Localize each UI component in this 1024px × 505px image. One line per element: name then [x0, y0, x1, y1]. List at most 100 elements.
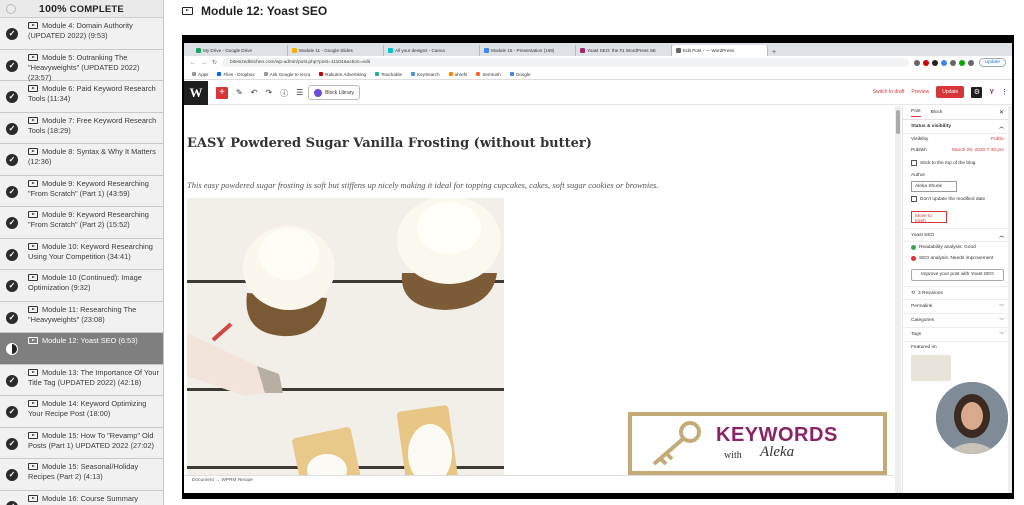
- course-progress: 100% COMPLETE: [0, 0, 163, 18]
- browser-tab[interactable]: All your designs - Canva: [384, 45, 480, 56]
- address-bar-row: ← → ↻ bitesizedkitchen.com/wp-admin/post…: [184, 56, 1012, 69]
- featured-photo[interactable]: [187, 198, 504, 484]
- bookmark[interactable]: Apps: [192, 72, 208, 77]
- lesson-item[interactable]: ✓ Module 7: Free Keyword Research Tools (…: [0, 113, 163, 144]
- move-to-trash-button[interactable]: Move to trash: [911, 211, 947, 224]
- checkmark-icon: ✓: [6, 248, 18, 261]
- post-excerpt[interactable]: This easy powdered sugar frosting is sof…: [187, 180, 658, 190]
- lesson-item[interactable]: ✓ Module 5: Outranking The "Heavyweights"…: [0, 50, 163, 82]
- browser-tab[interactable]: Yoast SEO: the #1 WordPress SE: [576, 45, 672, 56]
- editor-scrollbar[interactable]: [895, 106, 901, 493]
- bookmark[interactable]: Files - Dropbox: [217, 72, 255, 77]
- browser-tabs: My Drive - Google Drive Module 11 - Goog…: [184, 43, 1012, 56]
- bookmark[interactable]: Ask Google to recra: [263, 72, 310, 77]
- bookmark[interactable]: Google: [509, 72, 531, 77]
- bookmark[interactable]: Teachable: [375, 72, 402, 77]
- featured-image-thumb[interactable]: [911, 355, 951, 381]
- stick-to-top-checkbox[interactable]: Stick to the top of the blog: [903, 156, 1012, 170]
- bookmark[interactable]: KeySearch: [411, 72, 440, 77]
- lesson-item[interactable]: ✓ Module 9: Keyword Researching "From Scr…: [0, 207, 163, 239]
- visibility-label: Visibility: [911, 137, 929, 142]
- editor-canvas: EASY Powdered Sugar Vanilla Frosting (wi…: [184, 106, 894, 484]
- tab-block[interactable]: Block: [931, 110, 943, 115]
- lesson-item[interactable]: ✓ Module 16: Course Summary (UPDATED 2022…: [0, 491, 163, 505]
- checkmark-icon: ✓: [6, 500, 18, 505]
- browser-tab-active[interactable]: Edit Post ‹ — WordPress: [672, 45, 768, 56]
- lesson-title: Module 16: Course Summary (UPDATED 2022)…: [28, 493, 139, 505]
- list-view-icon[interactable]: ☰: [296, 88, 303, 99]
- dont-update-modified-checkbox[interactable]: Don't update the modified date: [903, 192, 1012, 206]
- more-options-icon[interactable]: ⋮: [1001, 88, 1008, 96]
- sidebar-scrollbar[interactable]: [1008, 106, 1012, 493]
- permalink-panel[interactable]: Permalink ﹀: [903, 300, 1012, 314]
- reload-icon[interactable]: ↻: [212, 59, 217, 66]
- bookmark[interactable]: Rakuten Advertising: [319, 72, 366, 77]
- browser-tab[interactable]: My Drive - Google Drive: [192, 45, 288, 56]
- browser-update-button[interactable]: Update: [978, 58, 1006, 67]
- featured-image-label[interactable]: Featured im: [911, 345, 937, 350]
- course-player: 100% COMPLETE ✓ Module 4: Domain Authorit…: [0, 0, 1024, 505]
- lesson-item[interactable]: ✓ Module 13: The Importance Of Your Title…: [0, 365, 163, 396]
- lesson-item[interactable]: ✓ Module 10 (Continued): Image Optimizati…: [0, 270, 163, 302]
- tab-post[interactable]: Post: [911, 109, 921, 117]
- bookmark[interactable]: Semrush: [476, 72, 501, 77]
- block-library-button[interactable]: Block Library: [308, 85, 360, 100]
- lesson-item[interactable]: ✓ Module 6: Paid Keyword Research Tools (…: [0, 81, 163, 113]
- publish-date[interactable]: March 29, 2020 7:35 pm: [952, 148, 1004, 153]
- lesson-item-active[interactable]: Module 12: Yoast SEO (6:53): [0, 333, 163, 365]
- new-tab-icon[interactable]: +: [768, 49, 780, 56]
- undo-icon[interactable]: ↶: [251, 88, 258, 99]
- add-block-button[interactable]: +: [216, 87, 228, 99]
- lesson-item[interactable]: ✓ Module 15: Seasonal/Holiday Recipes (Pa…: [0, 459, 163, 491]
- chevron-down-icon: ﹀: [999, 305, 1004, 310]
- browser-tab[interactable]: Module 11 - Google Slides: [288, 45, 384, 56]
- visibility-value[interactable]: Public: [991, 137, 1004, 142]
- lesson-item[interactable]: ✓ Module 8: Syntax & Why It Matters (12:3…: [0, 144, 163, 176]
- forward-icon[interactable]: →: [201, 60, 207, 66]
- chevron-up-icon: ︿: [999, 125, 1004, 130]
- switch-to-draft-link[interactable]: Switch to draft: [873, 89, 905, 95]
- post-title[interactable]: EASY Powdered Sugar Vanilla Frosting (wi…: [187, 136, 592, 151]
- improve-with-yoast-button[interactable]: Improve your post with Yoast SEO: [911, 269, 1004, 281]
- checkmark-icon: ✓: [6, 91, 18, 103]
- lesson-item[interactable]: ✓ Module 9: Keyword Researching "From Scr…: [0, 176, 163, 207]
- video-player[interactable]: My Drive - Google Drive Module 11 - Goog…: [182, 35, 1014, 499]
- author-select[interactable]: Aleka Shunk: [911, 181, 957, 192]
- lesson-item[interactable]: ✓ Module 14: Keyword Optimizing Your Reci…: [0, 396, 163, 428]
- video-icon: [28, 431, 38, 439]
- browser-tab[interactable]: Module 15 - Presentation (169): [480, 45, 576, 56]
- revisions-panel[interactable]: ⟲ 3 Revisions: [903, 286, 1012, 300]
- video-icon: [28, 85, 38, 92]
- edit-pencil-icon[interactable]: ✎: [236, 88, 243, 99]
- video-icon: [28, 148, 38, 155]
- yoast-toolbar-icon[interactable]: Y: [989, 89, 994, 96]
- close-icon[interactable]: ✕: [999, 109, 1004, 116]
- lesson-item[interactable]: ✓ Module 4: Domain Authority (UPDATED 202…: [0, 18, 163, 50]
- lesson-item[interactable]: ✓ Module 15: How To "Revamp" Old Posts (P…: [0, 428, 163, 459]
- chevron-down-icon: ﹀: [999, 319, 1004, 324]
- checkmark-icon: ✓: [6, 154, 18, 166]
- wordpress-logo-icon[interactable]: W: [184, 81, 208, 105]
- publish-label: Publish: [911, 148, 927, 153]
- lesson-item[interactable]: ✓ Module 10: Keyword Researching Using Yo…: [0, 239, 163, 270]
- block-breadcrumb[interactable]: Document → WPRM Recipe: [184, 475, 894, 484]
- url-field[interactable]: bitesizedkitchen.com/wp-admin/post.php?p…: [222, 58, 909, 67]
- yoast-seo-panel[interactable]: Yoast SEO ︿: [903, 228, 1012, 242]
- gear-icon[interactable]: ⚙: [971, 86, 983, 98]
- preview-link[interactable]: Preview: [911, 89, 929, 95]
- update-button[interactable]: Update: [936, 86, 965, 98]
- tags-panel[interactable]: Tags ﹀: [903, 328, 1012, 342]
- lesson-item[interactable]: ✓ Module 11: Researching The "Heavyweight…: [0, 302, 163, 333]
- info-icon[interactable]: ⓘ: [280, 88, 288, 99]
- categories-panel[interactable]: Categories ﹀: [903, 314, 1012, 328]
- presenter-webcam: [934, 380, 1010, 456]
- extension-icons: [913, 59, 974, 66]
- bookmark[interactable]: ahrefs: [448, 72, 467, 77]
- status-visibility-panel[interactable]: Status & visibility ︿: [903, 120, 1012, 134]
- checkmark-icon: ✓: [6, 280, 18, 292]
- back-icon[interactable]: ←: [190, 60, 196, 66]
- redo-icon[interactable]: ↷: [265, 88, 272, 99]
- readability-good-icon: [911, 245, 916, 250]
- course-sidebar: 100% COMPLETE ✓ Module 4: Domain Authorit…: [0, 0, 164, 505]
- video-icon: [28, 494, 38, 502]
